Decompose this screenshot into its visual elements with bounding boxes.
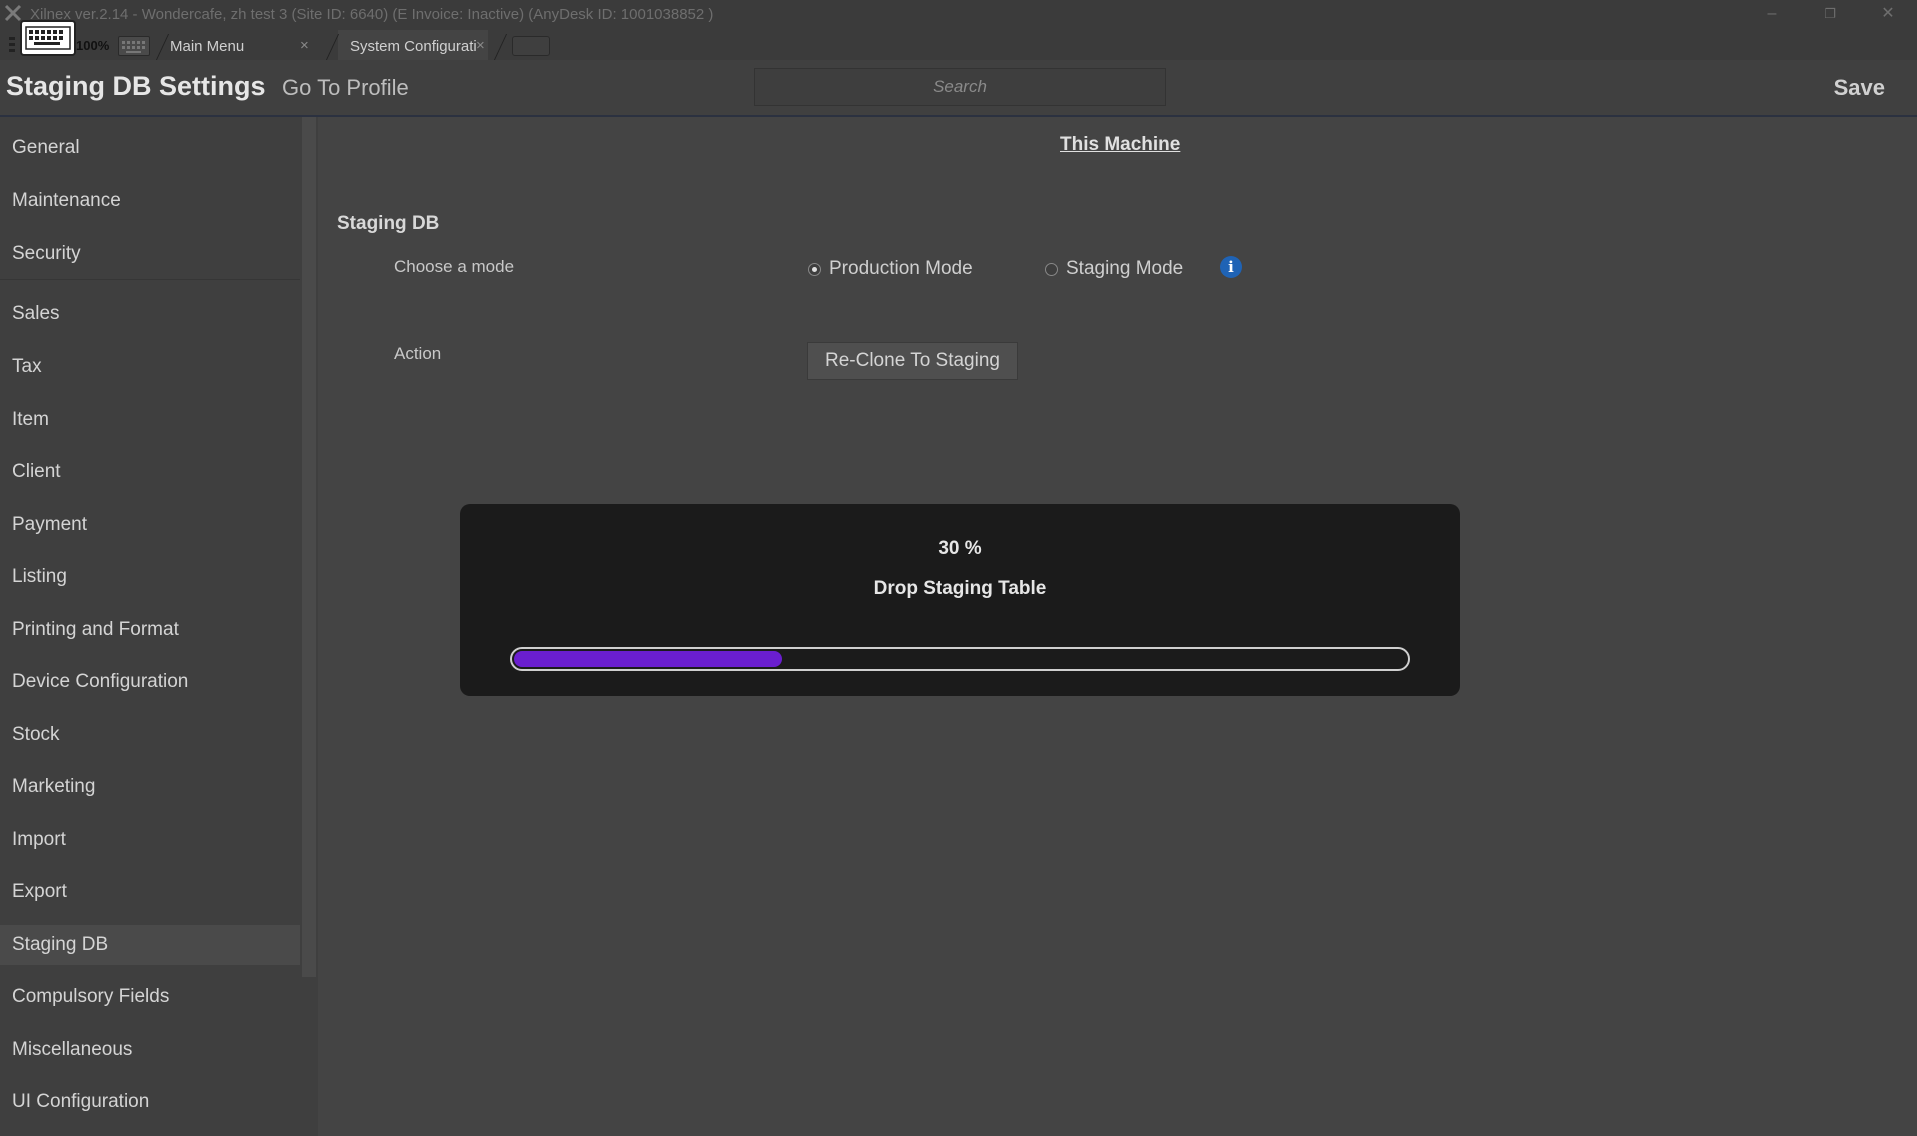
info-icon[interactable]: i bbox=[1220, 256, 1242, 278]
sidebar-item-miscellaneous[interactable]: Miscellaneous bbox=[0, 1030, 300, 1070]
tab-label: Main Menu bbox=[170, 38, 245, 55]
sidebar-item-client[interactable]: Client bbox=[0, 452, 300, 492]
progress-bar bbox=[510, 647, 1410, 671]
zoom-level: 100% bbox=[76, 38, 110, 53]
tab-main-menu[interactable]: Main Menu × bbox=[170, 30, 320, 60]
save-button[interactable]: Save bbox=[1834, 75, 1885, 101]
new-tab-button[interactable] bbox=[512, 36, 550, 56]
sidebar-item-printing-and-format[interactable]: Printing and Format bbox=[0, 610, 300, 650]
sidebar-item-export[interactable]: Export bbox=[0, 872, 300, 912]
go-to-profile-link[interactable]: Go To Profile bbox=[282, 75, 409, 101]
sidebar-item-marketing[interactable]: Marketing bbox=[0, 767, 300, 807]
staging-mode-radio[interactable]: Staging Mode bbox=[1045, 258, 1183, 280]
close-tab-icon[interactable]: × bbox=[300, 37, 309, 54]
minimize-icon[interactable]: – bbox=[1752, 2, 1792, 26]
sidebar-item-device-configuration[interactable]: Device Configuration bbox=[0, 662, 300, 702]
progress-fill bbox=[514, 651, 782, 667]
close-window-icon[interactable]: ✕ bbox=[1868, 2, 1908, 26]
window-title: Xilnex ver.2.14 - Wondercafe, zh test 3 … bbox=[30, 6, 714, 23]
this-machine-link[interactable]: This Machine bbox=[1060, 134, 1180, 156]
sidebar-item-general[interactable]: General bbox=[0, 128, 300, 168]
sidebar-item-stock[interactable]: Stock bbox=[0, 715, 300, 755]
menu-icon[interactable] bbox=[9, 37, 15, 55]
restore-icon[interactable]: ❐ bbox=[1810, 2, 1850, 26]
sidebar-item-import[interactable]: Import bbox=[0, 820, 300, 860]
sidebar-item-tax[interactable]: Tax bbox=[0, 347, 300, 387]
tab-system-configuration[interactable]: System Configurati × bbox=[338, 30, 488, 60]
sidebar-item-compulsory-fields[interactable]: Compulsory Fields bbox=[0, 977, 300, 1017]
close-tab-icon[interactable]: × bbox=[476, 37, 485, 54]
radio-checked-icon bbox=[808, 262, 821, 276]
search-input[interactable] bbox=[754, 68, 1166, 106]
progress-message: Drop Staging Table bbox=[873, 578, 1047, 599]
sidebar-item-listing[interactable]: Listing bbox=[0, 557, 300, 597]
sidebar-item-sales[interactable]: Sales bbox=[0, 294, 300, 334]
section-title: Staging DB bbox=[337, 213, 440, 234]
sidebar-item-staging-db[interactable]: Staging DB bbox=[0, 925, 300, 965]
keyboard-icon[interactable] bbox=[20, 20, 76, 56]
progress-percent: 30 % bbox=[938, 538, 982, 559]
sidebar-item-item[interactable]: Item bbox=[0, 400, 300, 440]
action-label: Action bbox=[394, 344, 442, 363]
radio-unchecked-icon bbox=[1045, 262, 1058, 276]
app-logo-icon bbox=[4, 4, 22, 22]
tab-label: System Configurati bbox=[350, 38, 477, 55]
settings-sidebar: General Maintenance Security Sales Tax I… bbox=[0, 117, 318, 1136]
page-header: Staging DB Settings Go To Profile Save bbox=[0, 60, 1917, 117]
mode-label: Choose a mode bbox=[394, 257, 515, 276]
progress-dialog: 30 % Drop Staging Table bbox=[460, 504, 1460, 696]
page-title: Staging DB Settings bbox=[6, 71, 266, 101]
sidebar-divider bbox=[0, 279, 300, 280]
tab-bar: 100% Main Menu × System Configurati × bbox=[0, 28, 1917, 60]
sidebar-scrollbar[interactable] bbox=[302, 117, 316, 977]
re-clone-to-staging-button[interactable]: Re-Clone To Staging bbox=[807, 342, 1018, 380]
sidebar-item-maintenance[interactable]: Maintenance bbox=[0, 181, 300, 221]
sidebar-item-ui-configuration[interactable]: UI Configuration bbox=[0, 1082, 300, 1122]
radio-label: Production Mode bbox=[829, 258, 973, 279]
sidebar-item-security[interactable]: Security bbox=[0, 234, 300, 274]
radio-label: Staging Mode bbox=[1066, 258, 1184, 279]
keyboard-icon[interactable] bbox=[118, 36, 150, 56]
production-mode-radio[interactable]: Production Mode bbox=[808, 258, 973, 280]
title-bar: Xilnex ver.2.14 - Wondercafe, zh test 3 … bbox=[0, 0, 1917, 28]
sidebar-item-payment[interactable]: Payment bbox=[0, 505, 300, 545]
